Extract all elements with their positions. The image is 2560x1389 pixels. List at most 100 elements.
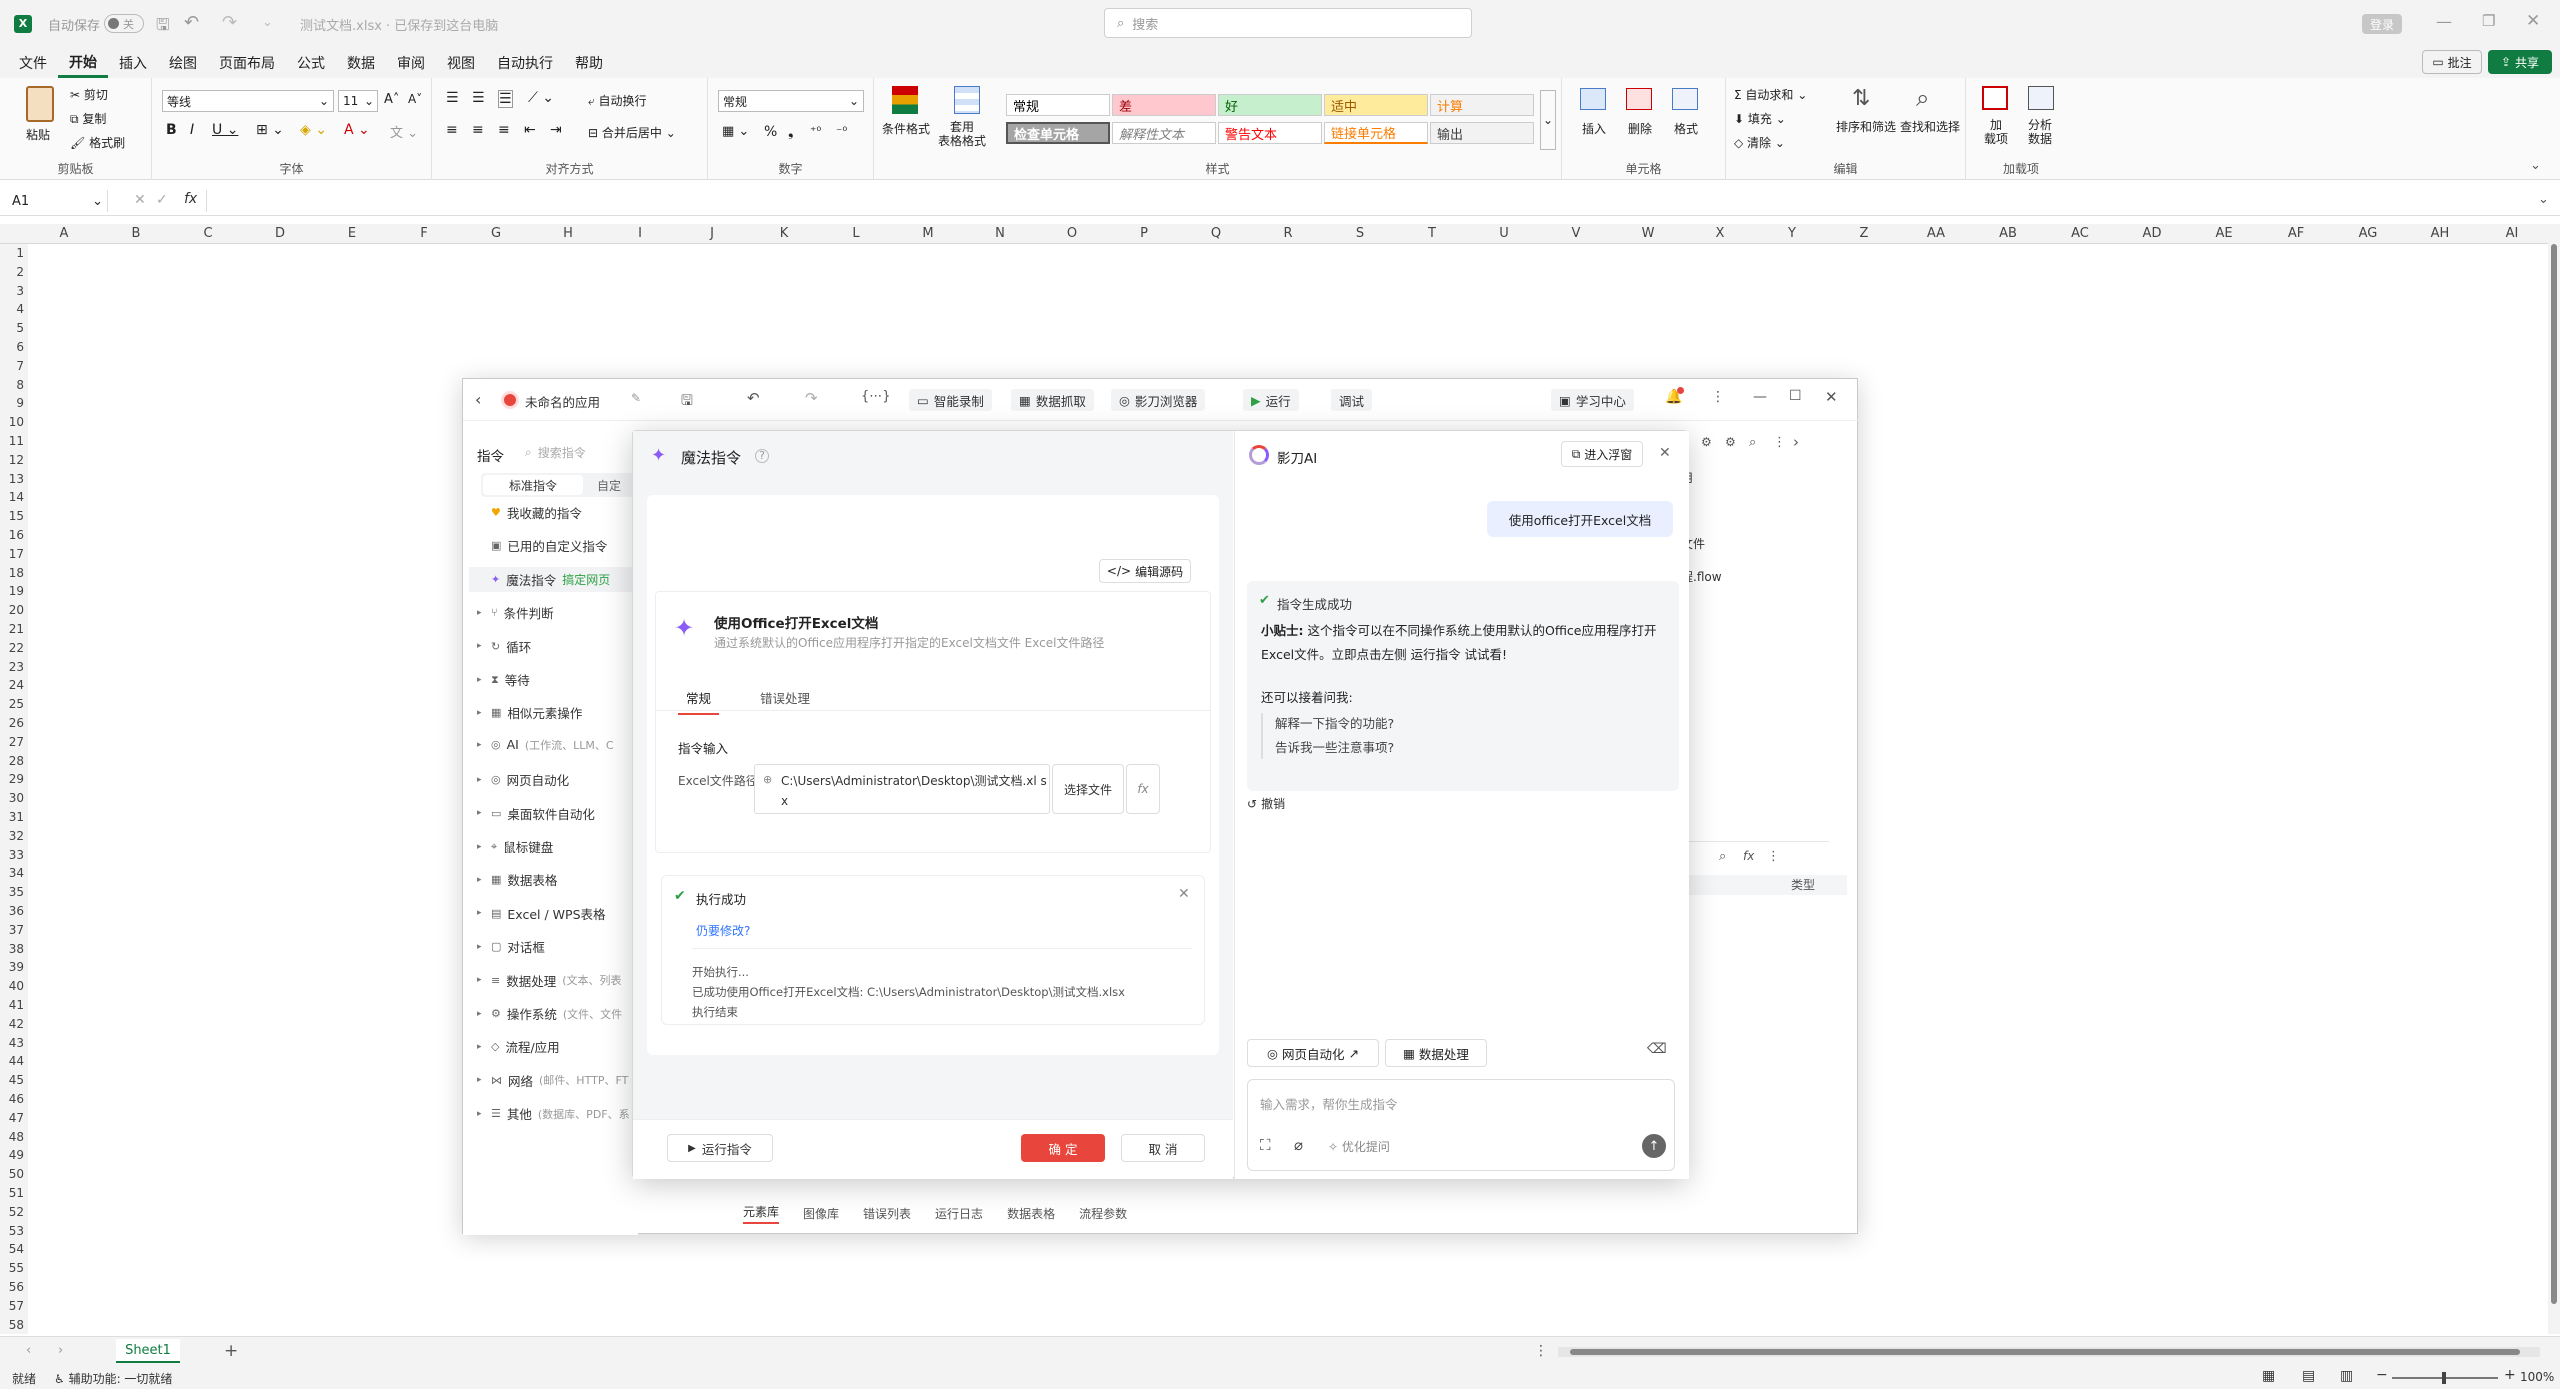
command-item[interactable]: ▸ ◎ AI (工作流、LLM、C (477, 737, 614, 753)
undo-icon[interactable]: ↶ (184, 12, 199, 33)
column-header[interactable]: I (604, 224, 676, 244)
float-window-button[interactable]: ⧉ 进入浮窗 (1561, 441, 1643, 467)
row-header[interactable]: 57 (0, 1297, 24, 1316)
row-header[interactable]: 2 (0, 263, 24, 282)
font-name-select[interactable]: 等线 ⌄ (162, 90, 334, 112)
row-header[interactable]: 18 (0, 564, 24, 583)
sheet-tab-sheet1[interactable]: Sheet1 (116, 1339, 180, 1363)
row-header[interactable]: 49 (0, 1146, 24, 1165)
column-header[interactable]: R (1252, 224, 1324, 244)
learning-center-button[interactable]: ▣ 学习中心 (1551, 389, 1634, 411)
back-icon[interactable]: ‹ (475, 390, 481, 409)
row-header[interactable]: 52 (0, 1203, 24, 1222)
cancel-formula-icon[interactable]: ✕ (134, 192, 146, 208)
sheet-options-icon[interactable]: ⋮ (1534, 1343, 1548, 1359)
lower-search-icon[interactable]: ⌕ (1719, 849, 1726, 864)
column-header[interactable]: Y (1756, 224, 1828, 244)
app-undo-icon[interactable]: ↶ (747, 389, 760, 407)
command-item[interactable]: ▸ ⋈ 网络 (邮件、HTTP、FT (477, 1071, 628, 1090)
tab-data-table[interactable]: 数据表格 (1007, 1205, 1055, 1222)
percent-icon[interactable]: % (764, 124, 777, 140)
row-header[interactable]: 39 (0, 958, 24, 977)
confirm-formula-icon[interactable]: ✓ (156, 192, 168, 208)
column-header[interactable]: P (1108, 224, 1180, 244)
comma-icon[interactable]: ❟ (788, 124, 794, 140)
column-header[interactable]: B (100, 224, 172, 244)
zoom-slider[interactable] (2392, 1372, 2498, 1384)
tab-page-layout[interactable]: 页面布局 (208, 48, 286, 78)
more-icon[interactable]: ⋮ (1711, 389, 1725, 405)
column-header[interactable]: E (316, 224, 388, 244)
border-icon[interactable]: ⊞ ⌄ (256, 122, 284, 138)
exec-close-icon[interactable]: ✕ (1178, 886, 1190, 902)
command-item[interactable]: ▸ ↻ 循环 (477, 637, 531, 656)
help-icon[interactable]: ? (755, 449, 769, 463)
column-header[interactable]: C (172, 224, 244, 244)
row-header[interactable]: 29 (0, 770, 24, 789)
suggestion-0[interactable]: 解释一下指令的功能? (1275, 713, 1394, 732)
right-toolbar-icon-1[interactable]: ⚙ (1701, 435, 1712, 449)
row-header[interactable]: 43 (0, 1034, 24, 1053)
tab-element-library[interactable]: 元素库 (743, 1203, 780, 1224)
cell-style-item[interactable]: 好 (1218, 94, 1322, 116)
fx-button[interactable]: fx (1126, 764, 1160, 814)
rpa-close-icon[interactable]: ✕ (1825, 388, 1838, 406)
cell-style-item[interactable]: 检查单元格 (1006, 122, 1110, 144)
row-header[interactable]: 7 (0, 357, 24, 376)
sort-filter-icon[interactable]: ⇅ (1852, 86, 1870, 111)
command-item[interactable]: ▸ ▭ 桌面软件自动化 (477, 804, 595, 823)
column-header[interactable]: M (892, 224, 964, 244)
right-more-icon[interactable]: ⋮ (1773, 435, 1786, 450)
row-header[interactable]: 28 (0, 752, 24, 771)
minimize-icon[interactable]: — (2436, 12, 2452, 31)
rpa-maximize-icon[interactable]: ☐ (1789, 388, 1802, 404)
row-header[interactable]: 6 (0, 338, 24, 357)
row-header[interactable]: 55 (0, 1259, 24, 1278)
sort-filter-button[interactable]: 排序和筛选 (1836, 118, 1896, 135)
add-sheet-icon[interactable]: + (224, 1341, 238, 1361)
command-item[interactable]: ▸ ◇ 流程/应用 (477, 1037, 560, 1056)
tab-insert[interactable]: 插入 (108, 48, 158, 78)
column-header[interactable]: AA (1900, 224, 1972, 244)
command-item[interactable]: ✦ 魔法指令 搞定网页 (469, 566, 639, 592)
row-header[interactable]: 38 (0, 940, 24, 959)
app-redo-icon[interactable]: ↷ (805, 389, 818, 407)
column-header[interactable]: AH (2404, 224, 2476, 244)
cell-style-item[interactable]: 输出 (1430, 122, 1534, 144)
command-item[interactable]: ▸ ▦ 数据表格 (477, 870, 557, 889)
confirm-button[interactable]: 确 定 (1021, 1134, 1105, 1162)
table-format-button[interactable]: 套用 表格格式 (938, 120, 986, 148)
table-format-icon[interactable] (954, 86, 980, 114)
tab-data[interactable]: 数据 (336, 48, 386, 78)
tab-help[interactable]: 帮助 (564, 48, 614, 78)
cell-style-item[interactable]: 链接单元格 (1324, 122, 1428, 144)
font-color-icon[interactable]: A ⌄ (344, 122, 370, 138)
addins-button[interactable]: 加 载项 (1984, 118, 2008, 146)
row-header[interactable]: 30 (0, 789, 24, 808)
insert-function-icon[interactable]: fx (184, 191, 197, 207)
row-header[interactable]: 25 (0, 695, 24, 714)
rpa-minimize-icon[interactable]: — (1753, 389, 1767, 405)
fill-color-icon[interactable]: ◈ ⌄ (300, 122, 327, 138)
row-header[interactable]: 41 (0, 996, 24, 1015)
tab-file[interactable]: 文件 (8, 48, 58, 78)
row-header[interactable]: 26 (0, 714, 24, 733)
align-middle-icon[interactable]: ☰ (472, 90, 485, 106)
column-header[interactable]: N (964, 224, 1036, 244)
page-break-view-icon[interactable]: ▥ (2340, 1368, 2353, 1384)
row-header[interactable]: 4 (0, 300, 24, 319)
command-item[interactable]: ▸ ▦ 相似元素操作 (477, 703, 582, 722)
cell-style-item[interactable]: 差 (1112, 94, 1216, 116)
tab-error-handling[interactable]: 错误处理 (760, 688, 810, 707)
insert-cells-icon[interactable] (1580, 88, 1606, 110)
autosave-toggle[interactable]: 关 (104, 14, 144, 33)
align-center-icon[interactable]: ≡ (472, 122, 484, 138)
column-header[interactable]: O (1036, 224, 1108, 244)
tab-formulas[interactable]: 公式 (286, 48, 336, 78)
browser-button[interactable]: ◎ 影刀浏览器 (1111, 389, 1206, 411)
row-header[interactable]: 1 (0, 244, 24, 263)
search-input[interactable]: ⌕ 搜索 (1104, 8, 1472, 38)
command-search-input[interactable]: ⌕ 搜索指令 (525, 441, 635, 463)
tab-view[interactable]: 视图 (436, 48, 486, 78)
align-top-icon[interactable]: ☰ (446, 90, 459, 106)
